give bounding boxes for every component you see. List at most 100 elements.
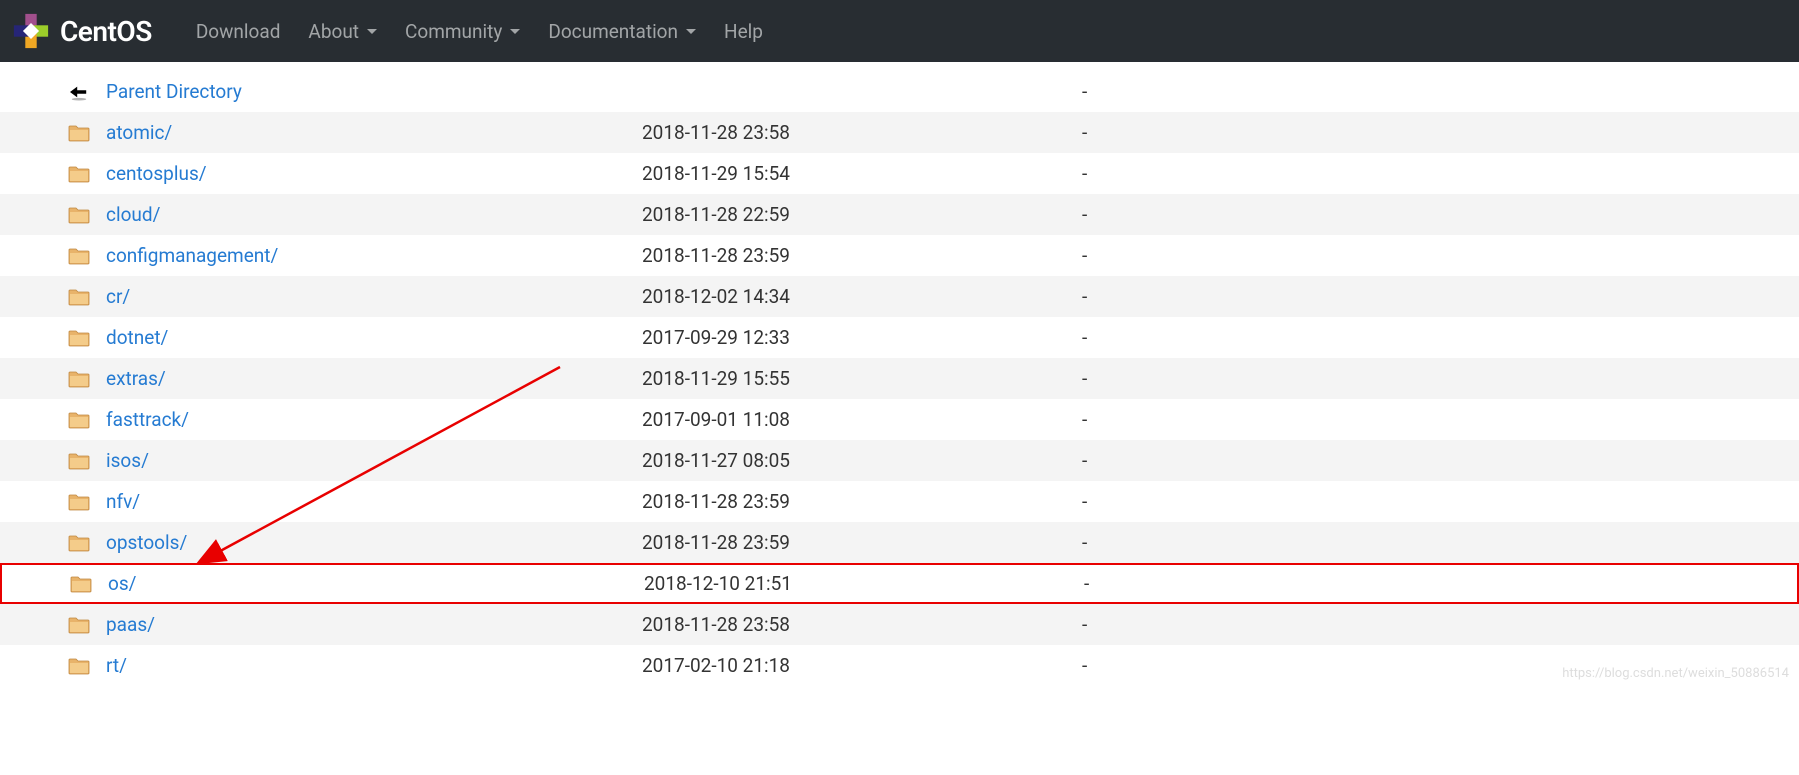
- name-cell: dotnet/: [106, 326, 642, 349]
- date-cell: 2018-11-28 23:59: [642, 244, 1082, 267]
- folder-icon: [68, 411, 90, 429]
- folder-icon: [68, 206, 90, 224]
- date-cell: 2018-11-28 22:59: [642, 203, 1082, 226]
- nav-help[interactable]: Help: [710, 20, 777, 43]
- date-cell: 2018-11-28 23:59: [642, 490, 1082, 513]
- folder-icon: [68, 370, 90, 388]
- directory-link[interactable]: cr/: [106, 285, 130, 308]
- name-cell: isos/: [106, 449, 642, 472]
- name-cell: centosplus/: [106, 162, 642, 185]
- icon-cell: [68, 288, 106, 306]
- folder-icon: [68, 493, 90, 511]
- nav-label: Community: [405, 20, 502, 43]
- date-cell: 2018-12-02 14:34: [642, 285, 1082, 308]
- date-cell: 2018-11-29 15:54: [642, 162, 1082, 185]
- nav-label: Documentation: [548, 20, 678, 43]
- watermark: https://blog.csdn.net/weixin_50886514: [1562, 666, 1789, 681]
- parent-directory-row: Parent Directory -: [0, 71, 1799, 112]
- name-cell: nfv/: [106, 490, 642, 513]
- name-cell: Parent Directory: [106, 80, 642, 103]
- size-cell: -: [1082, 80, 1087, 103]
- date-cell: 2017-09-29 12:33: [642, 326, 1082, 349]
- name-cell: opstools/: [106, 531, 642, 554]
- directory-link[interactable]: isos/: [106, 449, 149, 472]
- directory-row: configmanagement/2018-11-28 23:59-: [0, 235, 1799, 276]
- size-cell: -: [1084, 572, 1089, 595]
- size-cell: -: [1082, 162, 1087, 185]
- directory-link[interactable]: os/: [108, 572, 136, 595]
- folder-icon: [68, 452, 90, 470]
- nav-about[interactable]: About: [294, 20, 391, 43]
- icon-cell: [68, 206, 106, 224]
- directory-link[interactable]: paas/: [106, 613, 155, 636]
- directory-row: opstools/2018-11-28 23:59-: [0, 522, 1799, 563]
- folder-icon: [68, 288, 90, 306]
- size-cell: -: [1082, 326, 1087, 349]
- directory-link[interactable]: rt/: [106, 654, 127, 677]
- nav-download[interactable]: Download: [182, 20, 295, 43]
- directory-row: nfv/2018-11-28 23:59-: [0, 481, 1799, 522]
- directory-link[interactable]: extras/: [106, 367, 166, 390]
- directory-link[interactable]: configmanagement/: [106, 244, 278, 267]
- nav-menu: Download About Community Documentation H…: [182, 20, 777, 43]
- directory-row: paas/2018-11-28 23:58-: [0, 604, 1799, 645]
- size-cell: -: [1082, 408, 1087, 431]
- nav-label: Help: [724, 20, 763, 43]
- directory-row: isos/2018-11-27 08:05-: [0, 440, 1799, 481]
- icon-cell: [68, 165, 106, 183]
- icon-cell: [68, 534, 106, 552]
- nav-documentation[interactable]: Documentation: [534, 20, 710, 43]
- directory-link[interactable]: opstools/: [106, 531, 187, 554]
- directory-link[interactable]: cloud/: [106, 203, 160, 226]
- icon-cell: [68, 329, 106, 347]
- folder-icon: [68, 165, 90, 183]
- logo-container[interactable]: CentOS: [12, 12, 152, 50]
- size-cell: -: [1082, 285, 1087, 308]
- nav-community[interactable]: Community: [391, 20, 534, 43]
- chevron-down-icon: [510, 29, 520, 34]
- size-cell: -: [1082, 490, 1087, 513]
- directory-row: extras/2018-11-29 15:55-: [0, 358, 1799, 399]
- name-cell: paas/: [106, 613, 642, 636]
- size-cell: -: [1082, 367, 1087, 390]
- directory-link[interactable]: centosplus/: [106, 162, 207, 185]
- folder-icon: [68, 534, 90, 552]
- centos-logo-icon: [12, 12, 50, 50]
- name-cell: cr/: [106, 285, 642, 308]
- name-cell: rt/: [106, 654, 642, 677]
- directory-link[interactable]: dotnet/: [106, 326, 168, 349]
- brand-name: CentOS: [60, 15, 152, 48]
- directory-row: centosplus/2018-11-29 15:54-: [0, 153, 1799, 194]
- directory-link[interactable]: nfv/: [106, 490, 140, 513]
- directory-link[interactable]: atomic/: [106, 121, 172, 144]
- icon-cell: [70, 575, 108, 593]
- icon-cell: [68, 124, 106, 142]
- folder-icon: [68, 616, 90, 634]
- name-cell: extras/: [106, 367, 642, 390]
- parent-directory-link[interactable]: Parent Directory: [106, 80, 242, 103]
- folder-icon: [68, 329, 90, 347]
- folder-icon: [68, 247, 90, 265]
- directory-row: fasttrack/2017-09-01 11:08-: [0, 399, 1799, 440]
- icon-cell: [68, 493, 106, 511]
- size-cell: -: [1082, 203, 1087, 226]
- name-cell: os/: [108, 572, 644, 595]
- icon-cell: [68, 616, 106, 634]
- directory-row: cloud/2018-11-28 22:59-: [0, 194, 1799, 235]
- date-cell: 2018-12-10 21:51: [644, 572, 1084, 595]
- date-cell: 2018-11-28 23:58: [642, 121, 1082, 144]
- directory-row: atomic/2018-11-28 23:58-: [0, 112, 1799, 153]
- back-icon: [68, 83, 90, 101]
- date-cell: 2017-02-10 21:18: [642, 654, 1082, 677]
- size-cell: -: [1082, 121, 1087, 144]
- directory-link[interactable]: fasttrack/: [106, 408, 189, 431]
- icon-cell: [68, 411, 106, 429]
- date-cell: 2018-11-27 08:05: [642, 449, 1082, 472]
- icon-cell: [68, 83, 106, 101]
- folder-icon: [68, 657, 90, 675]
- size-cell: -: [1082, 613, 1087, 636]
- date-cell: 2018-11-28 23:59: [642, 531, 1082, 554]
- directory-row: dotnet/2017-09-29 12:33-: [0, 317, 1799, 358]
- name-cell: fasttrack/: [106, 408, 642, 431]
- size-cell: -: [1082, 531, 1087, 554]
